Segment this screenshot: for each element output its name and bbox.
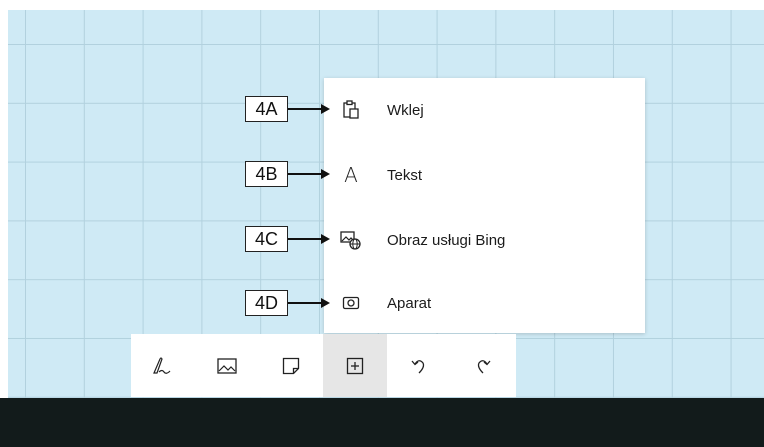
callout-4d: 4D: [245, 290, 288, 316]
menu-item-text[interactable]: A Tekst: [324, 150, 645, 200]
add-button[interactable]: [323, 334, 387, 397]
menu-item-bing-image[interactable]: Obraz usługi Bing: [324, 215, 645, 265]
redo-button[interactable]: [451, 334, 515, 397]
bottom-toolbar: [131, 334, 516, 397]
undo-button[interactable]: [387, 334, 451, 397]
ink-pen-button[interactable]: [131, 334, 195, 397]
taskbar: [0, 398, 764, 447]
callout-arrow: [288, 298, 330, 308]
ink-pen-icon: [153, 356, 171, 374]
callout-arrow: [288, 234, 330, 244]
menu-item-camera[interactable]: Aparat: [324, 278, 645, 328]
note-button[interactable]: [259, 334, 323, 397]
menu-item-label: Wklej: [387, 101, 424, 119]
bing-image-icon: [340, 229, 362, 251]
image-button[interactable]: [195, 334, 259, 397]
text-icon: A: [344, 163, 358, 187]
add-icon: [346, 357, 364, 374]
add-content-menu: Wklej A Tekst Obraz usługi Bing Aparat: [324, 78, 645, 333]
image-icon: [217, 357, 237, 374]
callout-arrow: [288, 169, 330, 179]
callout-4a: 4A: [245, 96, 288, 122]
menu-item-paste[interactable]: Wklej: [324, 85, 645, 135]
menu-item-label: Obraz usługi Bing: [387, 231, 506, 249]
undo-icon: [411, 359, 425, 373]
callout-arrow: [288, 104, 330, 114]
menu-item-label: Aparat: [387, 294, 432, 312]
camera-icon: [340, 292, 362, 314]
menu-item-label: Tekst: [387, 166, 423, 184]
paste-icon: [340, 99, 362, 121]
redo-icon: [477, 359, 491, 373]
callout-4c: 4C: [245, 226, 288, 252]
note-icon: [282, 357, 300, 374]
callout-4b: 4B: [245, 161, 288, 187]
